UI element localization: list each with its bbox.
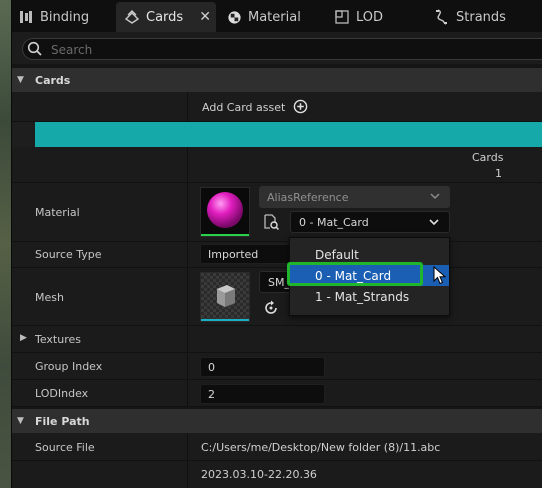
cards-icon — [124, 9, 140, 25]
tab-label: Cards — [146, 9, 184, 25]
cards-column-row: Cards 1 — [12, 147, 542, 183]
textures-label: Textures — [35, 333, 81, 346]
menu-item-mat-strands[interactable]: 1 - Mat_Strands — [290, 286, 449, 307]
strands-icon — [434, 9, 450, 25]
tab-strands[interactable]: Strands — [434, 2, 534, 32]
textures-row[interactable]: ▶ Textures — [12, 326, 542, 353]
material-slot-combo[interactable]: 0 - Mat_Card — [290, 211, 450, 233]
material-sphere-icon — [207, 192, 243, 228]
viewport-edge — [0, 0, 12, 488]
source-file-label: Source File — [35, 441, 95, 454]
group-index-row: Group Index 0 — [12, 353, 542, 380]
material-icon — [226, 9, 242, 25]
material-slot-value: 0 - Mat_Card — [299, 215, 369, 229]
category-cards[interactable]: ▼ Cards — [12, 68, 542, 92]
source-file-timestamp: 2023.03.10-22.20.36 — [201, 468, 317, 481]
search-input[interactable] — [49, 40, 533, 60]
lod-index-row: LODIndex 2 — [12, 380, 542, 407]
alias-reference-value: AliasReference — [267, 190, 349, 204]
mesh-label: Mesh — [35, 291, 64, 304]
search-box[interactable] — [22, 38, 542, 60]
tab-label: LOD — [356, 9, 384, 25]
mouse-cursor-icon — [433, 266, 447, 285]
chevron-down-icon — [430, 193, 440, 200]
mesh-cube-icon — [201, 273, 249, 321]
cards-column-value: 1 — [495, 167, 502, 180]
chevron-down-icon — [429, 219, 439, 226]
source-type-field[interactable]: Imported — [200, 244, 300, 264]
source-file-row: Source File C:/Users/me/Desktop/New fold… — [12, 433, 542, 461]
reset-icon[interactable] — [263, 300, 279, 319]
expand-arrow-icon[interactable]: ▶ — [20, 333, 27, 343]
tab-label: Material — [248, 9, 301, 25]
search-icon — [27, 41, 42, 56]
lod-icon — [334, 9, 350, 25]
material-row: Material AliasReference 0 - Mat_Card — [12, 183, 542, 242]
collapse-arrow-icon: ▼ — [17, 416, 24, 426]
tab-material[interactable]: Material — [226, 2, 326, 32]
add-card-row: Add Card asset — [12, 92, 542, 122]
source-type-row: Source Type Imported — [12, 242, 542, 268]
tab-lod[interactable]: LOD — [334, 2, 424, 32]
alias-reference-combo[interactable]: AliasReference — [259, 186, 450, 208]
tab-bar: Binding Cards ✕ Material LOD Strands — [12, 0, 542, 32]
card-color-bar[interactable] — [35, 122, 542, 147]
category-title: Cards — [35, 73, 71, 87]
add-icon[interactable] — [293, 99, 308, 117]
tab-binding[interactable]: Binding — [18, 2, 118, 32]
lod-index-label: LODIndex — [35, 387, 89, 400]
collapse-arrow-icon: ▼ — [17, 75, 24, 85]
highlight-box — [287, 262, 423, 286]
tab-label: Binding — [40, 9, 90, 25]
material-thumbnail[interactable] — [200, 187, 250, 237]
material-label: Material — [35, 206, 80, 219]
source-type-label: Source Type — [35, 248, 102, 261]
add-card-label: Add Card asset — [202, 101, 286, 114]
timestamp-row: 2023.03.10-22.20.36 — [12, 461, 542, 488]
mesh-thumbnail[interactable] — [200, 272, 250, 322]
binding-icon — [18, 9, 34, 25]
mesh-row: Mesh SM_ — [12, 268, 542, 326]
group-index-field[interactable]: 0 — [200, 357, 325, 377]
tab-cards[interactable]: Cards ✕ — [116, 2, 216, 32]
cards-column-header: Cards — [472, 151, 504, 164]
browse-asset-icon[interactable] — [263, 214, 280, 233]
source-file-path: C:/Users/me/Desktop/New folder (8)/11.ab… — [201, 441, 441, 454]
category-file-path[interactable]: ▼ File Path — [12, 409, 542, 433]
category-title: File Path — [35, 414, 90, 428]
lod-index-field[interactable]: 2 — [200, 384, 325, 404]
tab-label: Strands — [456, 9, 506, 25]
close-icon[interactable]: ✕ — [199, 9, 211, 25]
group-index-label: Group Index — [35, 360, 103, 373]
